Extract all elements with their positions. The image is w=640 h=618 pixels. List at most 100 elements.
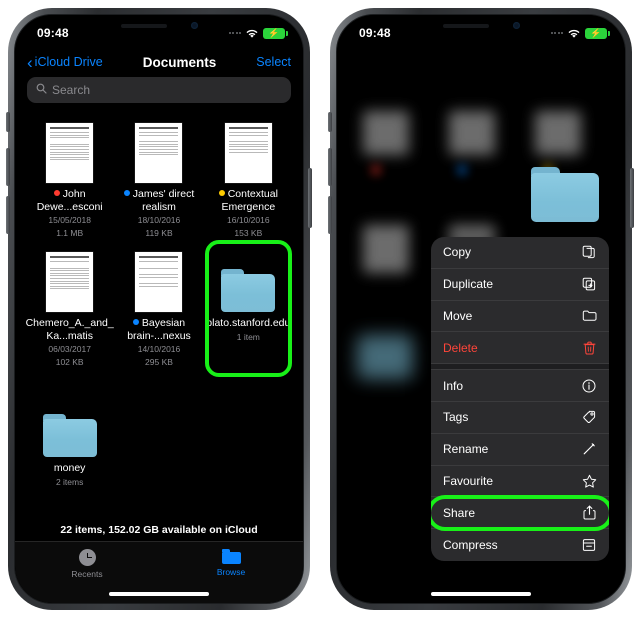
search-input[interactable]: Search	[27, 77, 291, 103]
file-item[interactable]: Contextual Emergence 16/10/2016 153 KB	[204, 115, 293, 238]
front-camera	[513, 22, 520, 29]
file-name: Contextual Emergence	[221, 188, 278, 213]
back-button-label: iCloud Drive	[34, 55, 103, 69]
volume-up-button[interactable]	[6, 148, 10, 186]
file-label: money	[22, 462, 117, 475]
file-size: 1.1 MB	[56, 227, 84, 238]
power-button[interactable]	[308, 168, 312, 228]
storage-status: 22 items, 152.02 GB available on iCloud	[60, 524, 258, 536]
file-label: Bayesian brain-...nexus	[112, 317, 207, 342]
file-grid: John Dewe...esconi 15/05/2018 1.1 MB Jam	[15, 111, 303, 541]
pencil-icon	[581, 441, 597, 457]
context-menu-item-copy[interactable]: Copy	[431, 237, 609, 269]
folder-icon	[42, 395, 97, 457]
wifi-icon	[567, 28, 581, 39]
power-button[interactable]	[630, 168, 634, 228]
archive-box-icon	[581, 537, 597, 553]
back-button[interactable]: ‹ iCloud Drive	[27, 54, 103, 71]
right-phone-screen: 09:48 ⚡ Copy Duplicate Move Delete Info …	[337, 15, 625, 603]
file-grid-empty-cell	[114, 389, 203, 487]
context-menu-item-tags[interactable]: Tags	[431, 402, 609, 434]
context-menu-item-label: Info	[443, 378, 464, 393]
context-menu-item-info[interactable]: Info	[431, 370, 609, 402]
silent-switch[interactable]	[328, 112, 332, 132]
context-menu-item-share[interactable]: Share	[431, 494, 609, 531]
context-menu-item-rename[interactable]: Rename	[431, 434, 609, 466]
context-menu-item-delete[interactable]: Delete	[431, 332, 609, 365]
chevron-left-icon: ‹	[27, 52, 33, 72]
context-menu-item-label: Favourite	[443, 473, 494, 488]
file-name: plato.stanford.edu	[206, 317, 291, 329]
volume-down-button[interactable]	[328, 196, 332, 234]
file-item[interactable]: Chemero_A._and_Ka...matis 06/03/2017 102…	[25, 244, 114, 367]
share-icon	[581, 505, 597, 521]
volume-up-button[interactable]	[328, 148, 332, 186]
file-grid-empty-cell	[204, 389, 293, 487]
context-menu-item-label: Duplicate	[443, 277, 494, 292]
folder-icon	[221, 549, 241, 564]
file-name: money	[53, 462, 86, 474]
file-size: 119 KB	[145, 227, 173, 238]
home-indicator[interactable]	[431, 592, 531, 596]
navigation-bar: ‹ iCloud Drive Documents Select	[15, 45, 303, 79]
file-item-highlighted[interactable]: plato.stanford.edu 1 item	[201, 240, 296, 377]
file-name: James' direct realism	[132, 188, 195, 213]
file-item[interactable]: James' direct realism 18/10/2016 119 KB	[114, 115, 203, 238]
context-menu-item-label: Delete	[443, 340, 478, 355]
file-label: Chemero_A._and_Ka...matis	[22, 317, 117, 342]
screenshot-stage: 09:48 ⚡ ‹ iCloud Drive Documents Select …	[0, 0, 640, 618]
file-item[interactable]: Bayesian brain-...nexus 14/10/2016 295 K…	[114, 244, 203, 367]
file-name: Chemero_A._and_Ka...matis	[25, 317, 114, 342]
file-date: 18/10/2016	[137, 215, 181, 225]
file-label: James' direct realism	[112, 188, 207, 213]
file-grid-row: John Dewe...esconi 15/05/2018 1.1 MB Jam	[25, 115, 293, 238]
left-phone-screen: 09:48 ⚡ ‹ iCloud Drive Documents Select …	[15, 15, 303, 603]
context-menu-item-label: Rename	[443, 442, 489, 457]
context-menu-item-label: Copy	[443, 245, 472, 260]
file-label: plato.stanford.edu	[201, 317, 296, 330]
select-button[interactable]: Select	[256, 55, 291, 69]
context-menu-item-favourite[interactable]: Favourite	[431, 466, 609, 498]
tab-recents-label: Recents	[71, 569, 103, 579]
search-placeholder: Search	[52, 83, 91, 97]
file-grid-row: Chemero_A._and_Ka...matis 06/03/2017 102…	[25, 240, 296, 377]
tag-dot-red	[53, 190, 60, 196]
context-menu-item-duplicate[interactable]: Duplicate	[431, 269, 609, 301]
file-date: 16/10/2016	[227, 215, 270, 225]
file-date: 15/05/2018	[48, 215, 91, 225]
page-title: Documents	[142, 54, 217, 70]
clock-icon	[78, 549, 96, 566]
file-name: John Dewe...esconi	[36, 188, 103, 213]
volume-down-button[interactable]	[6, 196, 10, 234]
context-menu-item-label: Compress	[443, 538, 498, 553]
file-size: 295 KB	[145, 356, 173, 367]
cellular-dots-icon	[228, 32, 241, 34]
tag-dot-blue	[123, 190, 130, 196]
wifi-icon	[245, 28, 259, 39]
context-menu-item-label: Tags	[443, 410, 469, 425]
battery-charging-icon: ⚡	[585, 27, 610, 39]
context-menu-item-compress[interactable]: Compress	[431, 529, 609, 561]
status-time: 09:48	[359, 26, 391, 40]
earpiece-speaker	[443, 24, 489, 28]
right-phone-frame: 09:48 ⚡ Copy Duplicate Move Delete Info …	[328, 8, 634, 610]
notch	[411, 15, 551, 38]
file-date: 06/03/2017	[48, 344, 91, 354]
file-size: 1 item	[236, 331, 260, 342]
info-circle-icon	[581, 378, 597, 394]
home-indicator[interactable]	[109, 592, 209, 596]
trash-icon	[581, 340, 597, 356]
tag-icon	[581, 409, 597, 425]
duplicate-icon	[581, 276, 597, 292]
context-menu: Copy Duplicate Move Delete Info Tags Ren…	[431, 237, 609, 561]
context-menu-item-label: Share	[443, 505, 476, 520]
earpiece-speaker	[121, 24, 167, 28]
status-time: 09:48	[37, 26, 69, 40]
file-item[interactable]: John Dewe...esconi 15/05/2018 1.1 MB	[25, 115, 114, 238]
file-item[interactable]: money 2 items	[25, 389, 114, 487]
folder-move-icon	[581, 308, 597, 324]
document-thumbnail	[43, 250, 97, 312]
silent-switch[interactable]	[6, 112, 10, 132]
document-thumbnail	[132, 121, 186, 183]
context-menu-item-move[interactable]: Move	[431, 301, 609, 333]
